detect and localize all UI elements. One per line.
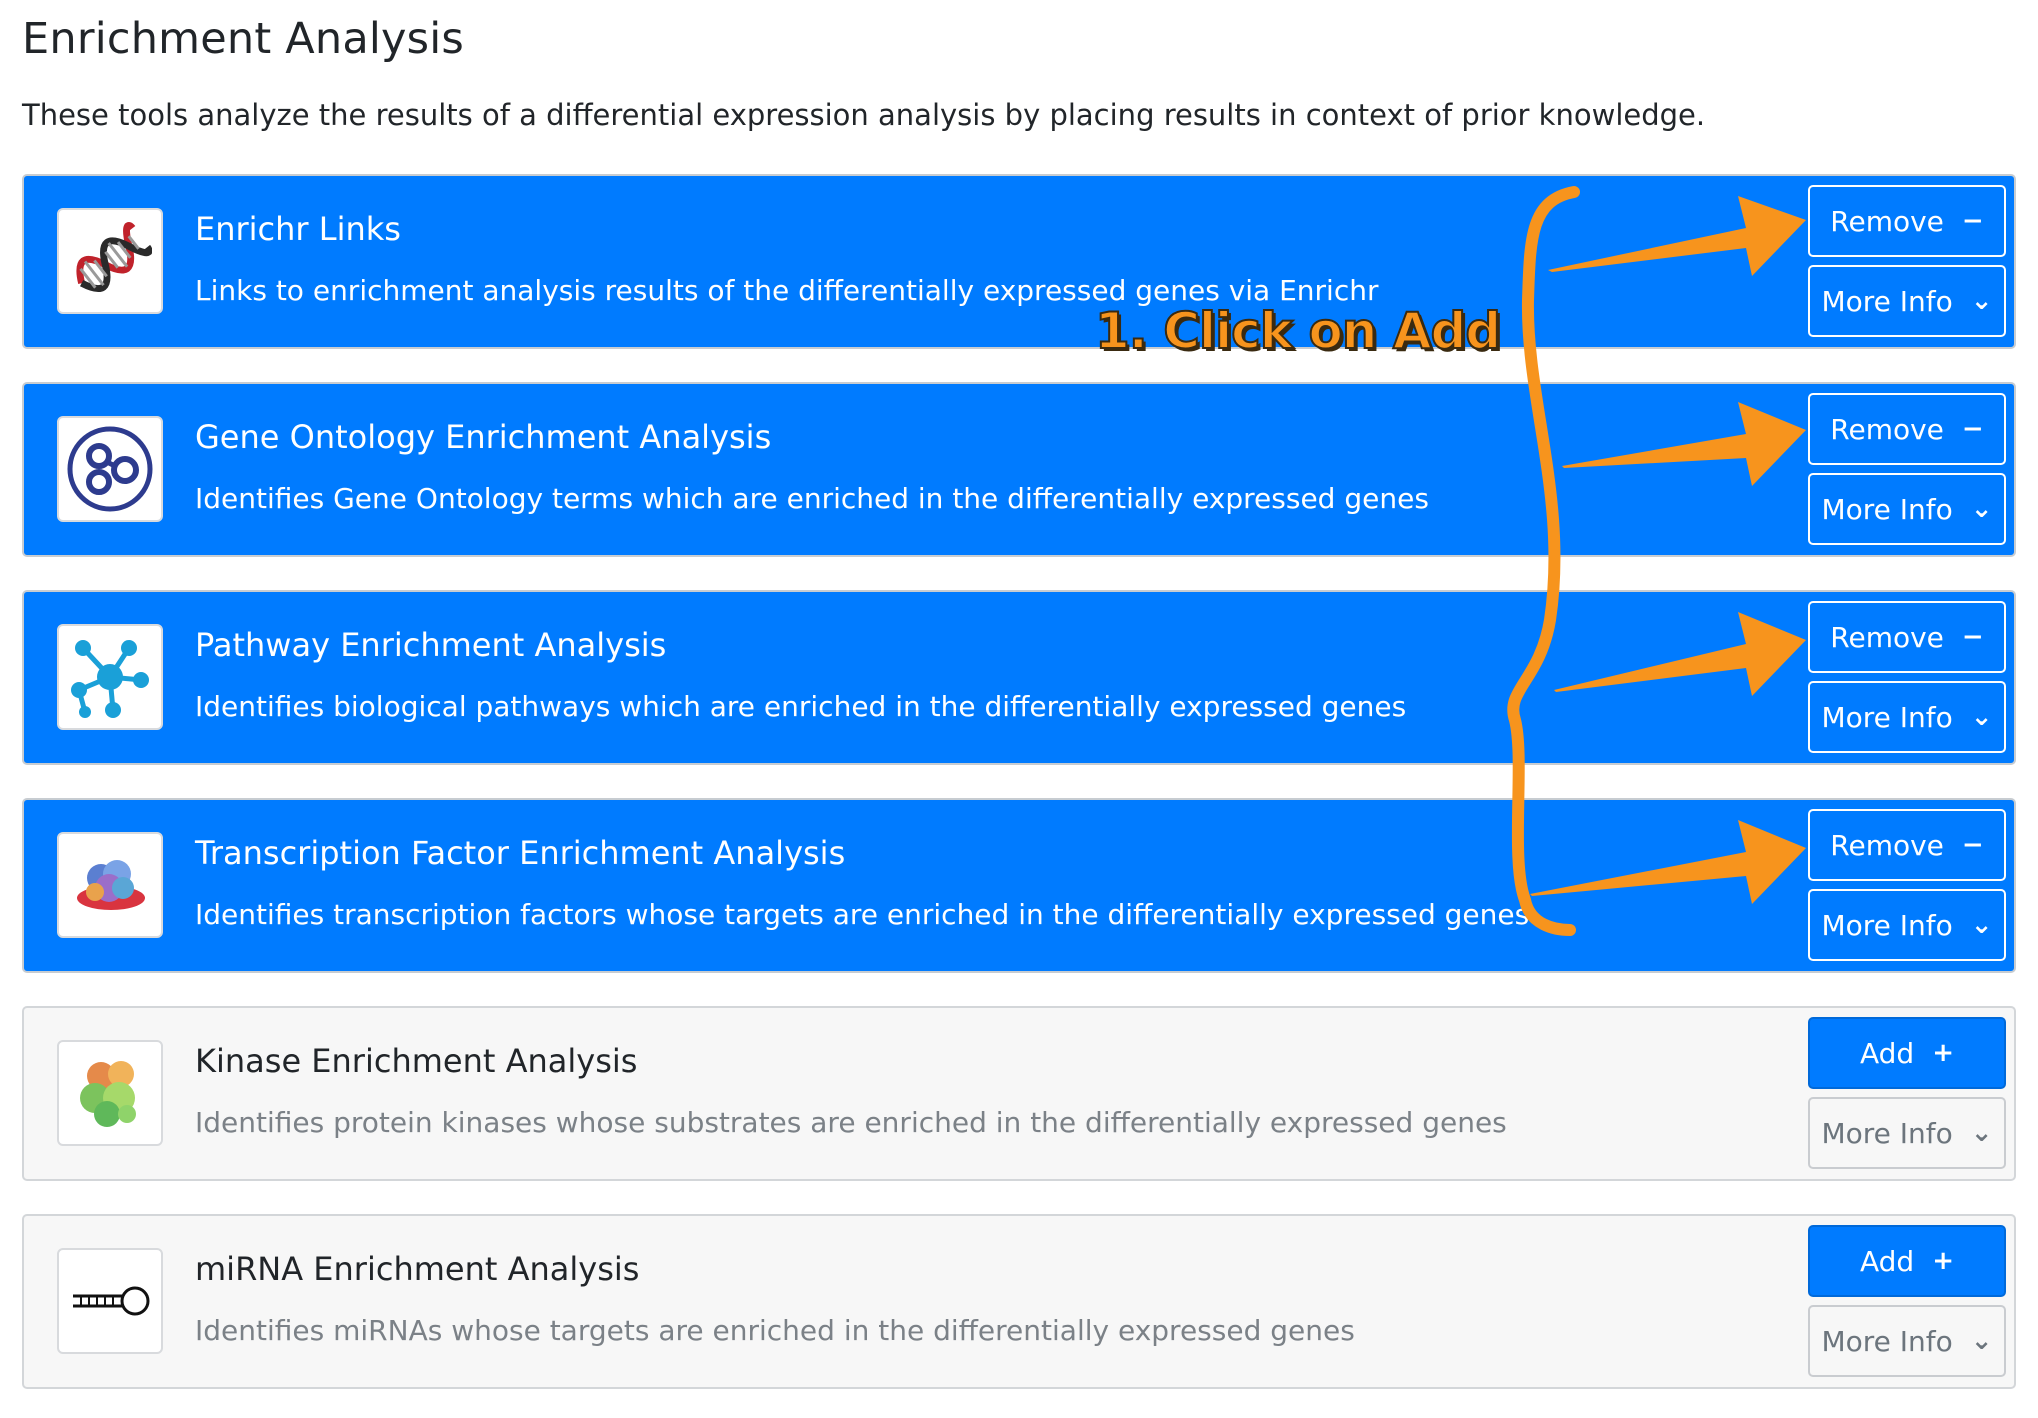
more-info-button[interactable]: More Info ⌄ [1808,889,2006,961]
remove-button[interactable]: Remove − [1808,185,2006,257]
remove-button[interactable]: Remove − [1808,601,2006,673]
card-kinase: Kinase Enrichment Analysis Identifies pr… [22,1006,2016,1181]
dna-icon [57,208,163,314]
more-info-label: More Info [1821,700,1953,734]
page-description: These tools analyze the results of a dif… [22,98,1706,132]
card-title: Transcription Factor Enrichment Analysis [195,834,846,872]
remove-button[interactable]: Remove − [1808,393,2006,465]
pathway-network-icon [57,624,163,730]
mirna-hairpin-icon [57,1248,163,1354]
card-title: miRNA Enrichment Analysis [195,1250,640,1288]
remove-button[interactable]: Remove − [1808,809,2006,881]
card-title: Gene Ontology Enrichment Analysis [195,418,772,456]
minus-icon: − [1961,206,1984,236]
minus-icon: − [1961,830,1984,860]
page-title: Enrichment Analysis [22,14,465,64]
chevron-down-icon: ⌄ [1970,702,1993,732]
gene-ontology-icon [57,416,163,522]
add-button[interactable]: Add + [1808,1225,2006,1297]
chevron-down-icon: ⌄ [1970,1118,1993,1148]
card-subtitle: Identifies protein kinases whose substra… [195,1106,1507,1139]
card-subtitle: Identifies biological pathways which are… [195,690,1407,723]
card-title: Pathway Enrichment Analysis [195,626,667,664]
card-title: Kinase Enrichment Analysis [195,1042,638,1080]
more-info-button[interactable]: More Info ⌄ [1808,473,2006,545]
card-enrichr-links: Enrichr Links Links to enrichment analys… [22,174,2016,349]
more-info-label: More Info [1821,1116,1953,1150]
transcription-factor-protein-icon [57,832,163,938]
more-info-button[interactable]: More Info ⌄ [1808,1097,2006,1169]
card-transcription-factor: Transcription Factor Enrichment Analysis… [22,798,2016,973]
remove-button-label: Remove [1830,620,1944,654]
more-info-button[interactable]: More Info ⌄ [1808,1305,2006,1377]
remove-button-label: Remove [1830,204,1944,238]
card-subtitle: Identifies transcription factors whose t… [195,898,1530,931]
chevron-down-icon: ⌄ [1970,286,1993,316]
plus-icon: + [1932,1246,1954,1276]
annotation-label: 1. Click on Add [1094,301,1502,361]
more-info-label: More Info [1821,492,1953,526]
chevron-down-icon: ⌄ [1970,1326,1993,1356]
add-button-label: Add [1859,1036,1915,1070]
plus-icon: + [1932,1038,1954,1068]
add-button[interactable]: Add + [1808,1017,2006,1089]
add-button-label: Add [1859,1244,1915,1278]
card-mirna: miRNA Enrichment Analysis Identifies miR… [22,1214,2016,1389]
more-info-button[interactable]: More Info ⌄ [1808,265,2006,337]
card-subtitle: Identifies Gene Ontology terms which are… [195,482,1429,515]
kinase-protein-icon [57,1040,163,1146]
remove-button-label: Remove [1830,412,1944,446]
chevron-down-icon: ⌄ [1970,494,1993,524]
card-subtitle: Identifies miRNAs whose targets are enri… [195,1314,1355,1347]
more-info-label: More Info [1821,908,1953,942]
card-pathway: Pathway Enrichment Analysis Identifies b… [22,590,2016,765]
more-info-label: More Info [1821,1324,1953,1358]
remove-button-label: Remove [1830,828,1944,862]
minus-icon: − [1961,414,1984,444]
chevron-down-icon: ⌄ [1970,910,1993,940]
more-info-button[interactable]: More Info ⌄ [1808,681,2006,753]
minus-icon: − [1961,622,1984,652]
card-gene-ontology: Gene Ontology Enrichment Analysis Identi… [22,382,2016,557]
card-title: Enrichr Links [195,210,401,248]
more-info-label: More Info [1821,284,1953,318]
